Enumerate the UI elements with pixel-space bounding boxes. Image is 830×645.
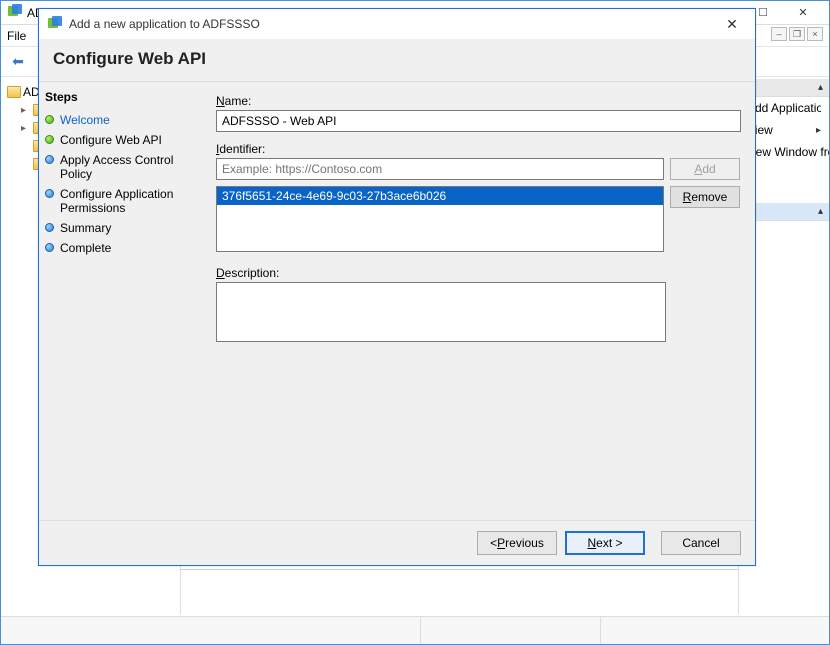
collapse-caret-icon[interactable]: ▴ — [818, 82, 823, 93]
identifier-list[interactable]: 376f5651-24ce-4e69-9c03-27b3ace6b026 — [216, 186, 664, 252]
wizard-close-button[interactable]: ✕ — [717, 12, 747, 36]
menu-file[interactable]: File — [7, 29, 26, 43]
step-label: Complete — [60, 241, 111, 255]
name-input[interactable] — [216, 110, 741, 132]
close-button[interactable]: ✕ — [783, 2, 823, 24]
steps-title: Steps — [45, 90, 202, 104]
step-configure-web-api[interactable]: Configure Web API — [45, 130, 202, 150]
mdi-minimize-button[interactable]: – — [771, 27, 787, 41]
identifier-input[interactable] — [216, 158, 664, 180]
wizard-header: Configure Web API — [39, 39, 755, 81]
description-label: Description: — [216, 266, 741, 280]
cancel-button[interactable]: Cancel — [661, 531, 741, 555]
step-label: Summary — [60, 221, 111, 235]
folder-icon — [7, 86, 21, 98]
mdi-restore-button[interactable]: ❐ — [789, 27, 805, 41]
wizard-form: Name: Identifier: Add 376f5651-24ce-4e69… — [208, 82, 755, 520]
add-identifier-button: Add — [670, 158, 740, 180]
add-application-wizard: Add a new application to ADFSSSO ✕ Confi… — [38, 8, 756, 566]
wizard-steps-pane: Steps Welcome Configure Web API Apply Ac… — [39, 82, 208, 520]
mdi-close-button[interactable]: × — [807, 27, 823, 41]
step-access-control[interactable]: Apply Access Control Policy — [45, 150, 202, 184]
step-complete[interactable]: Complete — [45, 238, 202, 258]
description-textarea[interactable] — [216, 282, 666, 342]
wizard-app-icon — [47, 15, 63, 34]
step-summary[interactable]: Summary — [45, 218, 202, 238]
nav-back-icon[interactable]: ⬅ — [7, 51, 29, 73]
submenu-arrow-icon: ▸ — [816, 125, 821, 136]
step-pending-icon — [45, 155, 54, 164]
previous-button[interactable]: < Previous — [477, 531, 557, 555]
identifier-list-item[interactable]: 376f5651-24ce-4e69-9c03-27b3ace6b026 — [217, 187, 663, 205]
step-current-icon — [45, 135, 54, 144]
step-app-permissions[interactable]: Configure ApplicationPermissions — [45, 184, 202, 218]
step-label: Apply Access Control Policy — [60, 153, 202, 181]
status-bar — [1, 616, 829, 644]
next-button[interactable]: Next > — [565, 531, 645, 555]
identifier-label: Identifier: — [216, 142, 741, 156]
wizard-title-text: Add a new application to ADFSSSO — [69, 17, 260, 31]
mdi-window-buttons: – ❐ × — [771, 27, 823, 41]
step-pending-icon — [45, 243, 54, 252]
wizard-titlebar: Add a new application to ADFSSSO ✕ — [39, 9, 755, 39]
tree-expand-icon[interactable]: ▸ — [21, 123, 31, 134]
name-label: Name: — [216, 94, 741, 108]
wizard-footer: < Previous Next > Cancel — [39, 521, 755, 565]
step-pending-icon — [45, 223, 54, 232]
wizard-heading: Configure Web API — [53, 49, 741, 69]
tree-expand-icon[interactable]: ▸ — [21, 105, 31, 116]
step-label: Configure ApplicationPermissions — [60, 187, 173, 215]
step-done-icon — [45, 115, 54, 124]
step-label: Configure Web API — [60, 133, 162, 147]
step-welcome[interactable]: Welcome — [45, 110, 202, 130]
step-label: Welcome — [60, 113, 110, 127]
remove-identifier-button[interactable]: Remove — [670, 186, 740, 208]
adfs-app-icon — [7, 3, 23, 22]
step-pending-icon — [45, 189, 54, 198]
action-label: Add Application Group... — [747, 101, 821, 115]
collapse-caret-icon[interactable]: ▴ — [818, 206, 823, 217]
action-label: New Window from Here — [747, 145, 829, 159]
